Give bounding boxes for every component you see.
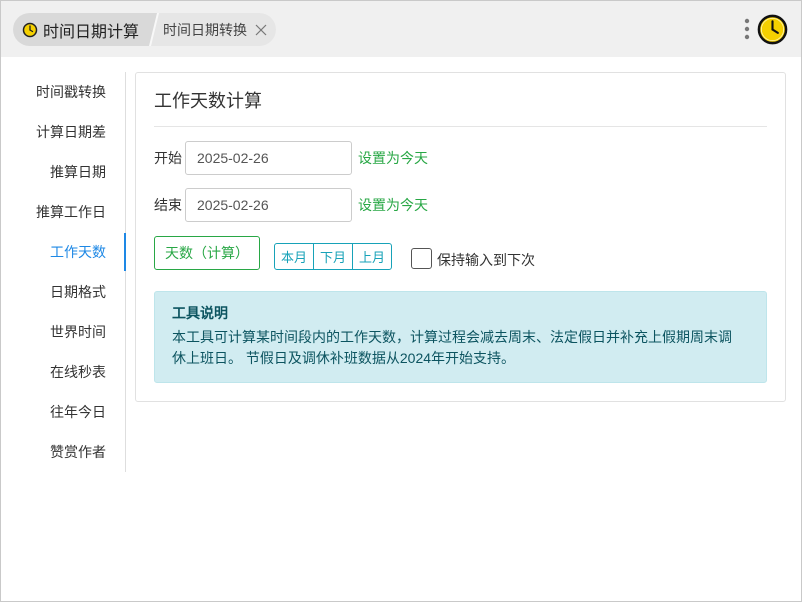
sidebar-nav: 时间戳转换 计算日期差 推算日期 推算工作日 工作天数 日期格式 世界时间 在线…	[1, 72, 126, 472]
page-title: 工作天数计算	[154, 73, 767, 127]
info-text: 本工具可计算某时间段内的工作天数，计算过程会减去周末、法定假日并补充上假期周末调…	[172, 329, 732, 366]
end-date-row: 结束 设置为今天	[154, 188, 767, 222]
keep-input-option[interactable]: 保持输入到下次	[411, 248, 535, 270]
last-month-button[interactable]: 上月	[352, 243, 392, 270]
sidebar-item-workdays-count[interactable]: 工作天数	[1, 232, 126, 272]
actions-row: 天数（计算） 本月 下月 上月 保持输入到下次	[154, 236, 767, 270]
keep-input-checkbox[interactable]	[411, 248, 432, 269]
more-vertical-icon[interactable]	[741, 15, 753, 43]
end-date-input[interactable]	[185, 188, 352, 222]
start-date-input[interactable]	[185, 141, 352, 175]
app-clock-icon[interactable]	[757, 14, 788, 45]
breadcrumb: 时间日期计算 时间日期转换	[13, 13, 277, 46]
keep-input-label[interactable]: 保持输入到下次	[437, 250, 535, 270]
quick-range-group: 本月 下月 上月	[274, 243, 392, 270]
info-title: 工具说明	[172, 305, 228, 321]
end-date-label: 结束	[154, 197, 182, 213]
sidebar-item-date-diff[interactable]: 计算日期差	[1, 112, 125, 152]
tab-label: 时间日期转换	[163, 21, 248, 38]
breadcrumb-home-label: 时间日期计算	[43, 23, 140, 41]
next-month-button[interactable]: 下月	[313, 243, 353, 270]
sidebar-item-date-format[interactable]: 日期格式	[1, 272, 125, 312]
app-window: 时间日期计算 时间日期转换 时间戳转换 计算日期差 推算日期 推算工作日 工作天…	[0, 0, 802, 602]
this-month-button[interactable]: 本月	[274, 243, 314, 270]
sidebar-item-date-calc[interactable]: 推算日期	[1, 152, 125, 192]
start-date-row: 开始 设置为今天	[154, 141, 767, 175]
close-icon[interactable]	[255, 24, 267, 36]
calculate-button[interactable]: 天数（计算）	[154, 236, 260, 270]
start-date-label: 开始	[154, 150, 182, 166]
sidebar-item-timestamp-convert[interactable]: 时间戳转换	[1, 72, 125, 112]
workdays-card: 工作天数计算 开始 设置为今天 结束 设置为今天 天数（计算） 本月 下月 上月…	[135, 72, 786, 402]
sidebar-item-workday-calc[interactable]: 推算工作日	[1, 192, 125, 232]
tool-info-alert: 工具说明 本工具可计算某时间段内的工作天数，计算过程会减去周末、法定假日并补充上…	[154, 291, 767, 383]
sidebar-item-stopwatch[interactable]: 在线秒表	[1, 352, 125, 392]
end-set-today-link[interactable]: 设置为今天	[358, 195, 428, 215]
sidebar-item-world-time[interactable]: 世界时间	[1, 312, 125, 352]
top-bar: 时间日期计算 时间日期转换	[1, 1, 801, 57]
tab-time-date-convert[interactable]: 时间日期转换	[151, 13, 277, 46]
clock-icon	[22, 22, 38, 38]
sidebar-item-donate-author[interactable]: 赞赏作者	[1, 432, 125, 472]
sidebar-item-this-day-history[interactable]: 往年今日	[1, 392, 125, 432]
start-set-today-link[interactable]: 设置为今天	[358, 148, 428, 168]
breadcrumb-home[interactable]: 时间日期计算	[13, 13, 157, 46]
